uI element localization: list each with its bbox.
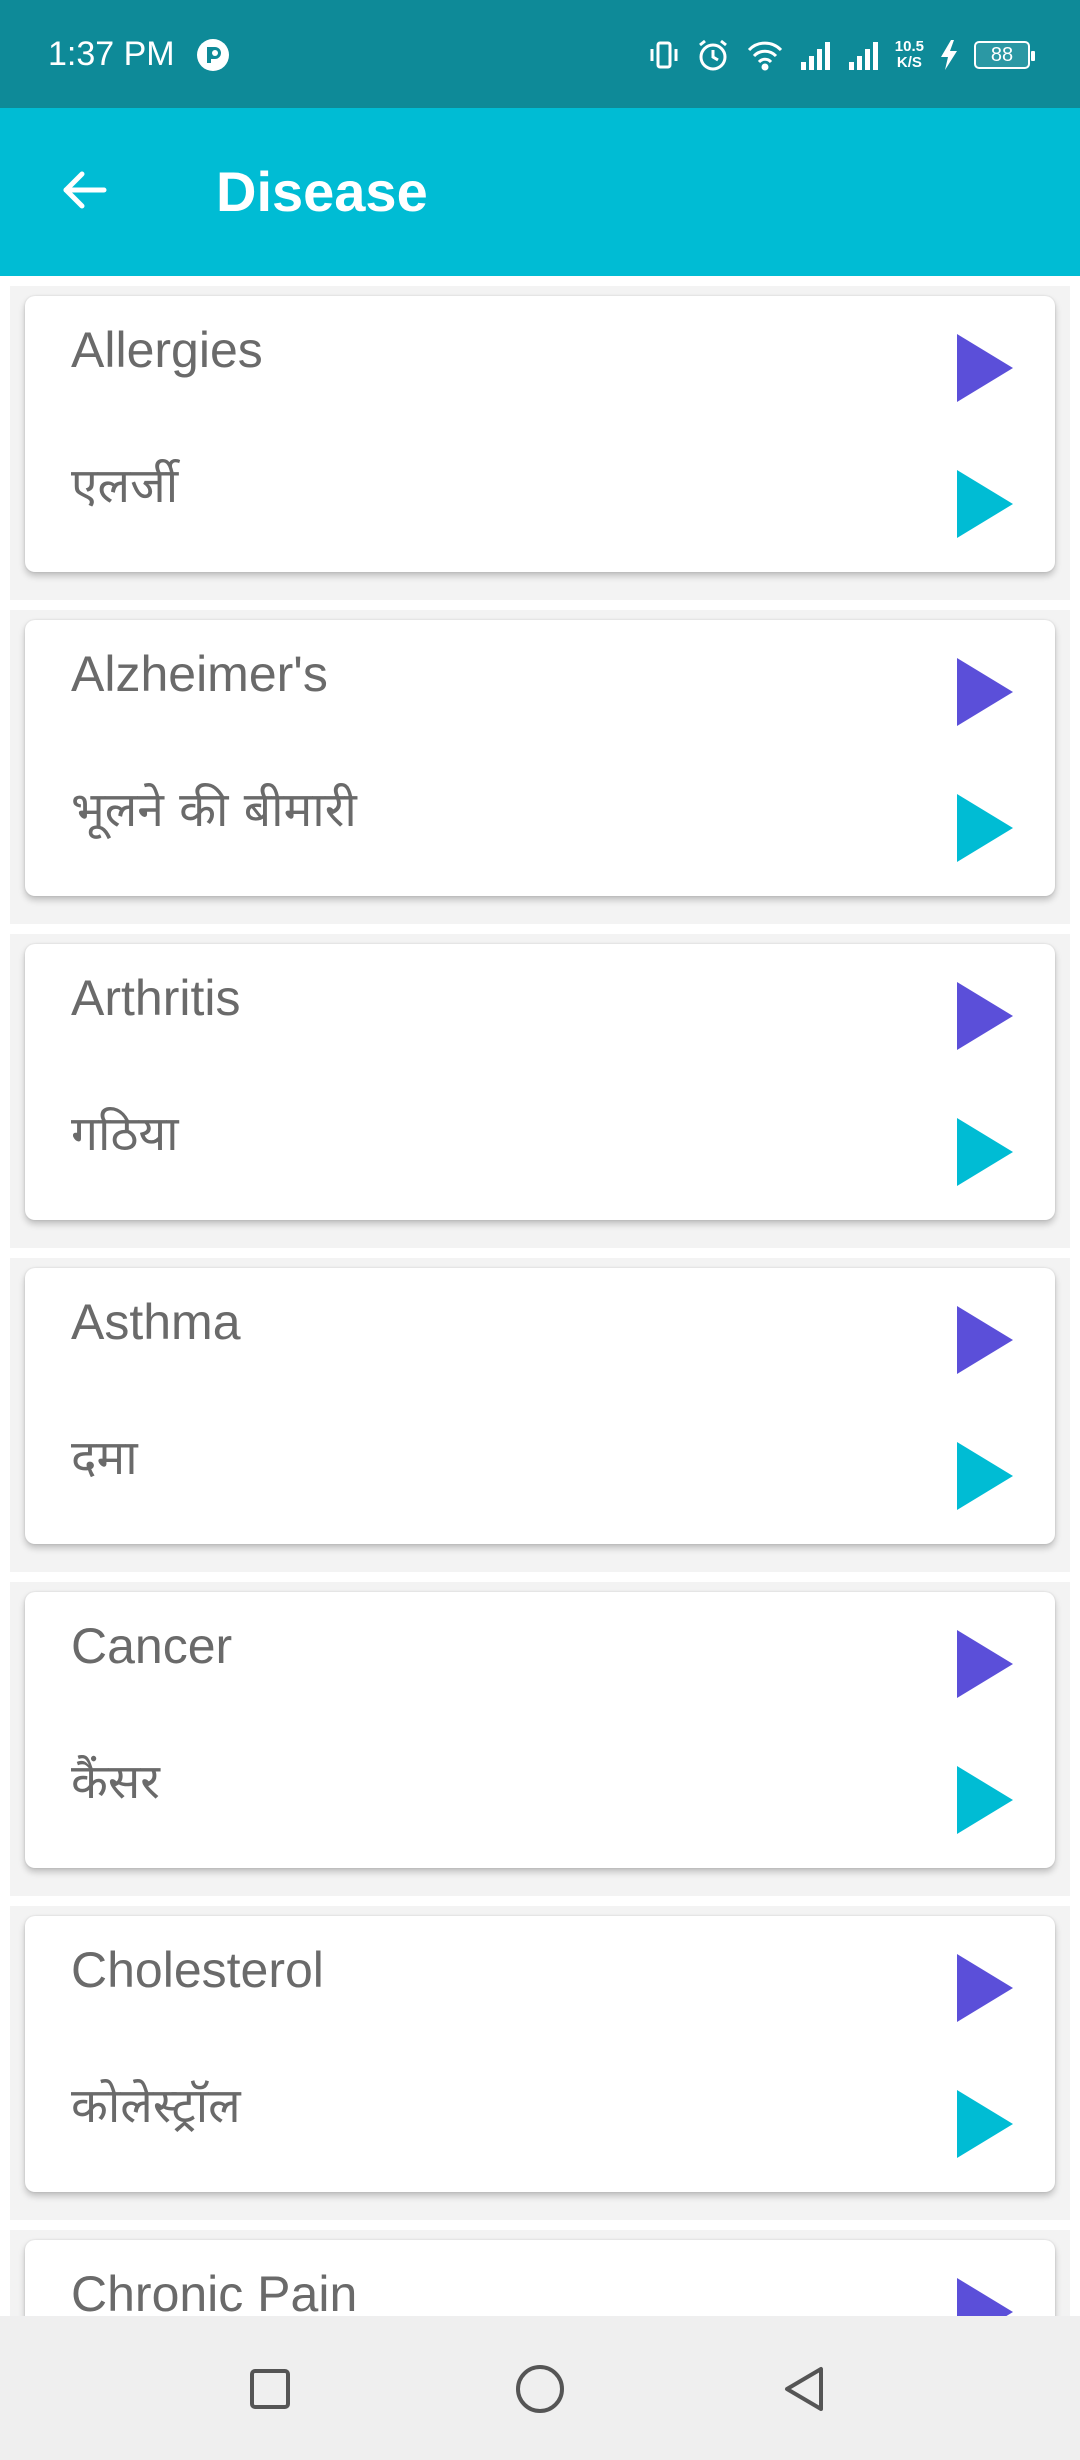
english-name: Cancer	[71, 1618, 233, 1674]
english-name: Cholesterol	[71, 1942, 324, 1998]
play-hindi-button[interactable]	[955, 1116, 1015, 1188]
charging-icon	[938, 38, 960, 72]
signal-icon-2	[847, 38, 881, 72]
square-icon	[250, 2369, 290, 2409]
play-hindi-button[interactable]	[955, 2088, 1015, 2160]
disease-row-cholesterol: Cholesterol कोलेस्ट्रॉल	[10, 1906, 1070, 2220]
play-hindi-button[interactable]	[955, 468, 1015, 540]
play-english-button[interactable]	[955, 1304, 1015, 1376]
play-english-button[interactable]	[955, 1952, 1015, 2024]
page-title: Disease	[216, 160, 428, 223]
play-english-button[interactable]	[955, 332, 1015, 404]
english-name: Chronic Pain	[71, 2266, 358, 2316]
disease-card: Cancer कैंसर	[25, 1592, 1055, 1868]
disease-row-arthritis: Arthritis गठिया	[10, 934, 1070, 1248]
circle-icon	[516, 2365, 564, 2413]
app-bar: Disease	[0, 108, 1080, 276]
play-hindi-button[interactable]	[955, 1764, 1015, 1836]
play-triangle-icon	[957, 2090, 1013, 2158]
disease-card: Cholesterol कोलेस्ट्रॉल	[25, 1916, 1055, 2192]
play-english-button[interactable]	[955, 2276, 1015, 2316]
triangle-back-icon	[785, 2367, 823, 2411]
home-button[interactable]	[505, 2354, 575, 2424]
disease-row-cancer: Cancer कैंसर	[10, 1582, 1070, 1896]
alarm-icon	[695, 37, 731, 73]
hindi-name: एलर्जी	[71, 458, 179, 514]
recents-button[interactable]	[235, 2354, 305, 2424]
english-name: Arthritis	[71, 970, 241, 1026]
hindi-name: कैंसर	[71, 1754, 160, 1810]
status-time: 1:37 PM	[48, 35, 175, 73]
nav-back-button[interactable]	[770, 2354, 840, 2424]
play-triangle-icon	[957, 470, 1013, 538]
play-triangle-icon	[957, 1954, 1013, 2022]
english-name: Allergies	[71, 322, 263, 378]
battery-level: 88	[990, 43, 1014, 66]
disease-card: Allergies एलर्जी	[25, 296, 1055, 572]
play-english-button[interactable]	[955, 1628, 1015, 1700]
play-triangle-icon	[957, 658, 1013, 726]
network-speed-unit: K/S	[896, 54, 922, 71]
play-triangle-icon	[957, 2278, 1013, 2316]
play-triangle-icon	[957, 1766, 1013, 1834]
status-icons: 10.5 K/S 88	[647, 30, 1035, 80]
hindi-name: कोलेस्ट्रॉल	[71, 2078, 241, 2134]
signal-icon-1	[799, 38, 833, 72]
network-speed-value: 10.5	[894, 38, 924, 55]
network-speed: 10.5 K/S	[895, 39, 924, 71]
disease-row-allergies: Allergies एलर्जी	[10, 286, 1070, 600]
play-triangle-icon	[957, 334, 1013, 402]
play-english-button[interactable]	[955, 980, 1015, 1052]
disease-card: Arthritis गठिया	[25, 944, 1055, 1220]
hindi-name: भूलने की बीमारी	[71, 782, 357, 838]
english-name: Alzheimer's	[71, 646, 328, 702]
play-triangle-icon	[957, 1118, 1013, 1186]
disease-list[interactable]: Allergies एलर्जी Alzheimer's भूलने की बी…	[0, 276, 1080, 2316]
play-triangle-icon	[957, 982, 1013, 1050]
play-triangle-icon	[957, 1306, 1013, 1374]
disease-card: Asthma दमा	[25, 1268, 1055, 1544]
play-triangle-icon	[957, 1442, 1013, 1510]
disease-row-asthma: Asthma दमा	[10, 1258, 1070, 1572]
disease-row-alzheimers: Alzheimer's भूलने की बीमारी	[10, 610, 1070, 924]
status-bar: 1:37 PM 10.5 K/S 88	[0, 0, 1080, 108]
system-navigation-bar	[0, 2316, 1080, 2460]
hindi-name: दमा	[71, 1430, 138, 1486]
play-triangle-icon	[957, 794, 1013, 862]
notification-app-icon	[196, 38, 230, 72]
disease-card: Chronic Pain	[25, 2240, 1055, 2316]
disease-card: Alzheimer's भूलने की बीमारी	[25, 620, 1055, 896]
disease-row-chronic-pain: Chronic Pain	[10, 2230, 1070, 2316]
wifi-icon	[745, 38, 785, 72]
play-triangle-icon	[957, 1630, 1013, 1698]
back-button[interactable]	[36, 144, 132, 240]
arrow-left-icon	[56, 162, 112, 223]
play-hindi-button[interactable]	[955, 792, 1015, 864]
battery-indicator: 88	[974, 41, 1035, 69]
hindi-name: गठिया	[71, 1106, 179, 1162]
play-english-button[interactable]	[955, 656, 1015, 728]
english-name: Asthma	[71, 1294, 241, 1350]
vibrate-icon	[647, 38, 681, 72]
play-hindi-button[interactable]	[955, 1440, 1015, 1512]
